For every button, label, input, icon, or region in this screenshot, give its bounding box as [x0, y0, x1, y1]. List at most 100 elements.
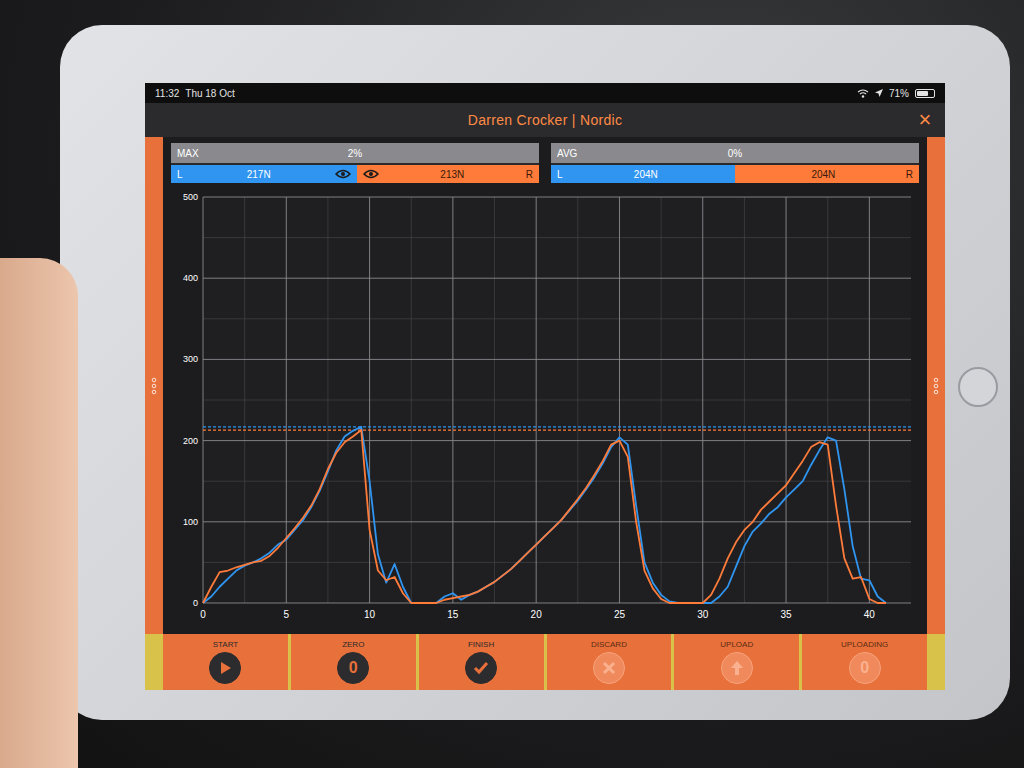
y-tick: 300 [183, 354, 911, 364]
svg-text:35: 35 [780, 609, 792, 620]
stat-header: AVG0% [551, 143, 919, 163]
svg-text:30: 30 [697, 609, 709, 620]
action-button[interactable]: START [163, 634, 288, 690]
handle-dots-icon[interactable] [151, 376, 157, 396]
left-handle[interactable] [145, 137, 163, 634]
max-line [203, 426, 911, 427]
stat-box: AVG0%L204N204NR [551, 143, 919, 183]
x-tick: 0 [200, 197, 206, 620]
button-icon-circle: 0 [849, 652, 881, 684]
svg-text:15: 15 [447, 609, 459, 620]
series-line [203, 427, 886, 603]
button-label: ZERO [342, 640, 364, 649]
button-icon-circle [593, 652, 625, 684]
eye-icon[interactable] [335, 169, 351, 179]
x-tick: 25 [614, 197, 626, 620]
grid-line [577, 197, 578, 603]
stats-row: MAX2%L217N213NRAVG0%L204N204NR [163, 137, 927, 187]
y-tick: 0 [193, 598, 911, 608]
button-label: DISCARD [591, 640, 627, 649]
play-icon [218, 661, 232, 675]
y-tick: 400 [183, 273, 911, 283]
grid-line [203, 318, 911, 319]
y-tick: 100 [183, 517, 911, 527]
button-label: UPLOAD [720, 640, 753, 649]
stat-label: MAX [177, 148, 348, 159]
handle-dots-icon[interactable] [933, 376, 939, 396]
button-label: START [213, 640, 238, 649]
action-button[interactable]: FINISH [419, 634, 544, 690]
left-value: 217N [247, 169, 271, 180]
glyph-icon: 0 [349, 659, 358, 677]
right-value: 213N [440, 169, 464, 180]
stat-label: AVG [557, 148, 728, 159]
session-body: MAX2%L217N213NRAVG0%L204N204NR0100200300… [145, 137, 945, 634]
grid-line [244, 197, 245, 603]
button-icon-circle [209, 652, 241, 684]
hand [0, 258, 78, 768]
left-segment: L 217N [171, 163, 357, 183]
x-tick: 10 [364, 197, 376, 620]
stat-difference: 2% [348, 148, 362, 159]
left-value: 204N [634, 169, 658, 180]
button-label: FINISH [468, 640, 494, 649]
stat-bar: L204N204NR [551, 163, 919, 183]
upload-arrow-icon [730, 660, 744, 676]
button-icon-circle [465, 652, 497, 684]
main-panel: MAX2%L217N213NRAVG0%L204N204NR0100200300… [163, 137, 927, 634]
battery-percent: 71% [889, 88, 909, 99]
grid-line [827, 197, 828, 603]
grid-line [203, 400, 911, 401]
button-icon-circle: 0 [337, 652, 369, 684]
action-button[interactable]: UPLOADING0 [802, 634, 927, 690]
right-segment: 204NR [735, 163, 919, 183]
grid-line [203, 481, 911, 482]
stat-difference: 0% [728, 148, 742, 159]
max-line [203, 429, 911, 430]
action-bar: START ZERO 0 FINISH DISCARD UPLOAD UPLOADING0 [145, 634, 945, 690]
left-segment: L204N [551, 163, 735, 183]
location-icon [875, 89, 883, 97]
chart-area: 01002003004005000510152025303540 [163, 187, 927, 634]
svg-text:500: 500 [183, 192, 198, 202]
battery-fill [917, 91, 928, 96]
svg-text:20: 20 [531, 609, 543, 620]
svg-text:10: 10 [364, 609, 376, 620]
svg-text:40: 40 [864, 609, 876, 620]
athlete-title: Darren Crocker | Nordic [185, 112, 905, 128]
right-handle[interactable] [927, 137, 945, 634]
action-button[interactable]: ZERO 0 [291, 634, 416, 690]
plot-area [203, 197, 911, 603]
side-label: R [526, 169, 533, 180]
screen: 11:32Thu 18 Oct71%Darren Crocker | Nordi… [145, 83, 945, 690]
eye-icon[interactable] [363, 169, 379, 179]
svg-text:200: 200 [183, 436, 198, 446]
stat-box: MAX2% L 217N 213N R [171, 143, 539, 183]
stat-header: MAX2% [171, 143, 539, 163]
side-label: L [177, 169, 183, 180]
wifi-icon [857, 89, 869, 98]
status-time: 11:32 [155, 88, 179, 99]
x-tick: 5 [284, 197, 290, 620]
title-bar: Darren Crocker | Nordic× [145, 103, 945, 137]
svg-text:0: 0 [193, 598, 198, 608]
home-button[interactable] [958, 367, 998, 407]
close-button[interactable]: × [905, 109, 945, 131]
x-tick: 30 [697, 197, 709, 620]
svg-text:400: 400 [183, 273, 198, 283]
x-tick: 40 [864, 197, 876, 620]
x-tick: 35 [780, 197, 792, 620]
grid-line [661, 197, 662, 603]
glyph-icon: 0 [860, 659, 869, 677]
photo-scene: 11:32Thu 18 Oct71%Darren Crocker | Nordi… [0, 0, 1024, 768]
grid-line [494, 197, 495, 603]
button-icon-circle [721, 652, 753, 684]
x-tick: 15 [447, 197, 459, 620]
action-button[interactable]: DISCARD [547, 634, 672, 690]
right-value: 204N [811, 169, 835, 180]
battery-icon [915, 89, 935, 98]
svg-text:100: 100 [183, 517, 198, 527]
action-button[interactable]: UPLOAD [674, 634, 799, 690]
y-tick: 200 [183, 436, 911, 446]
home-area [945, 83, 1010, 690]
